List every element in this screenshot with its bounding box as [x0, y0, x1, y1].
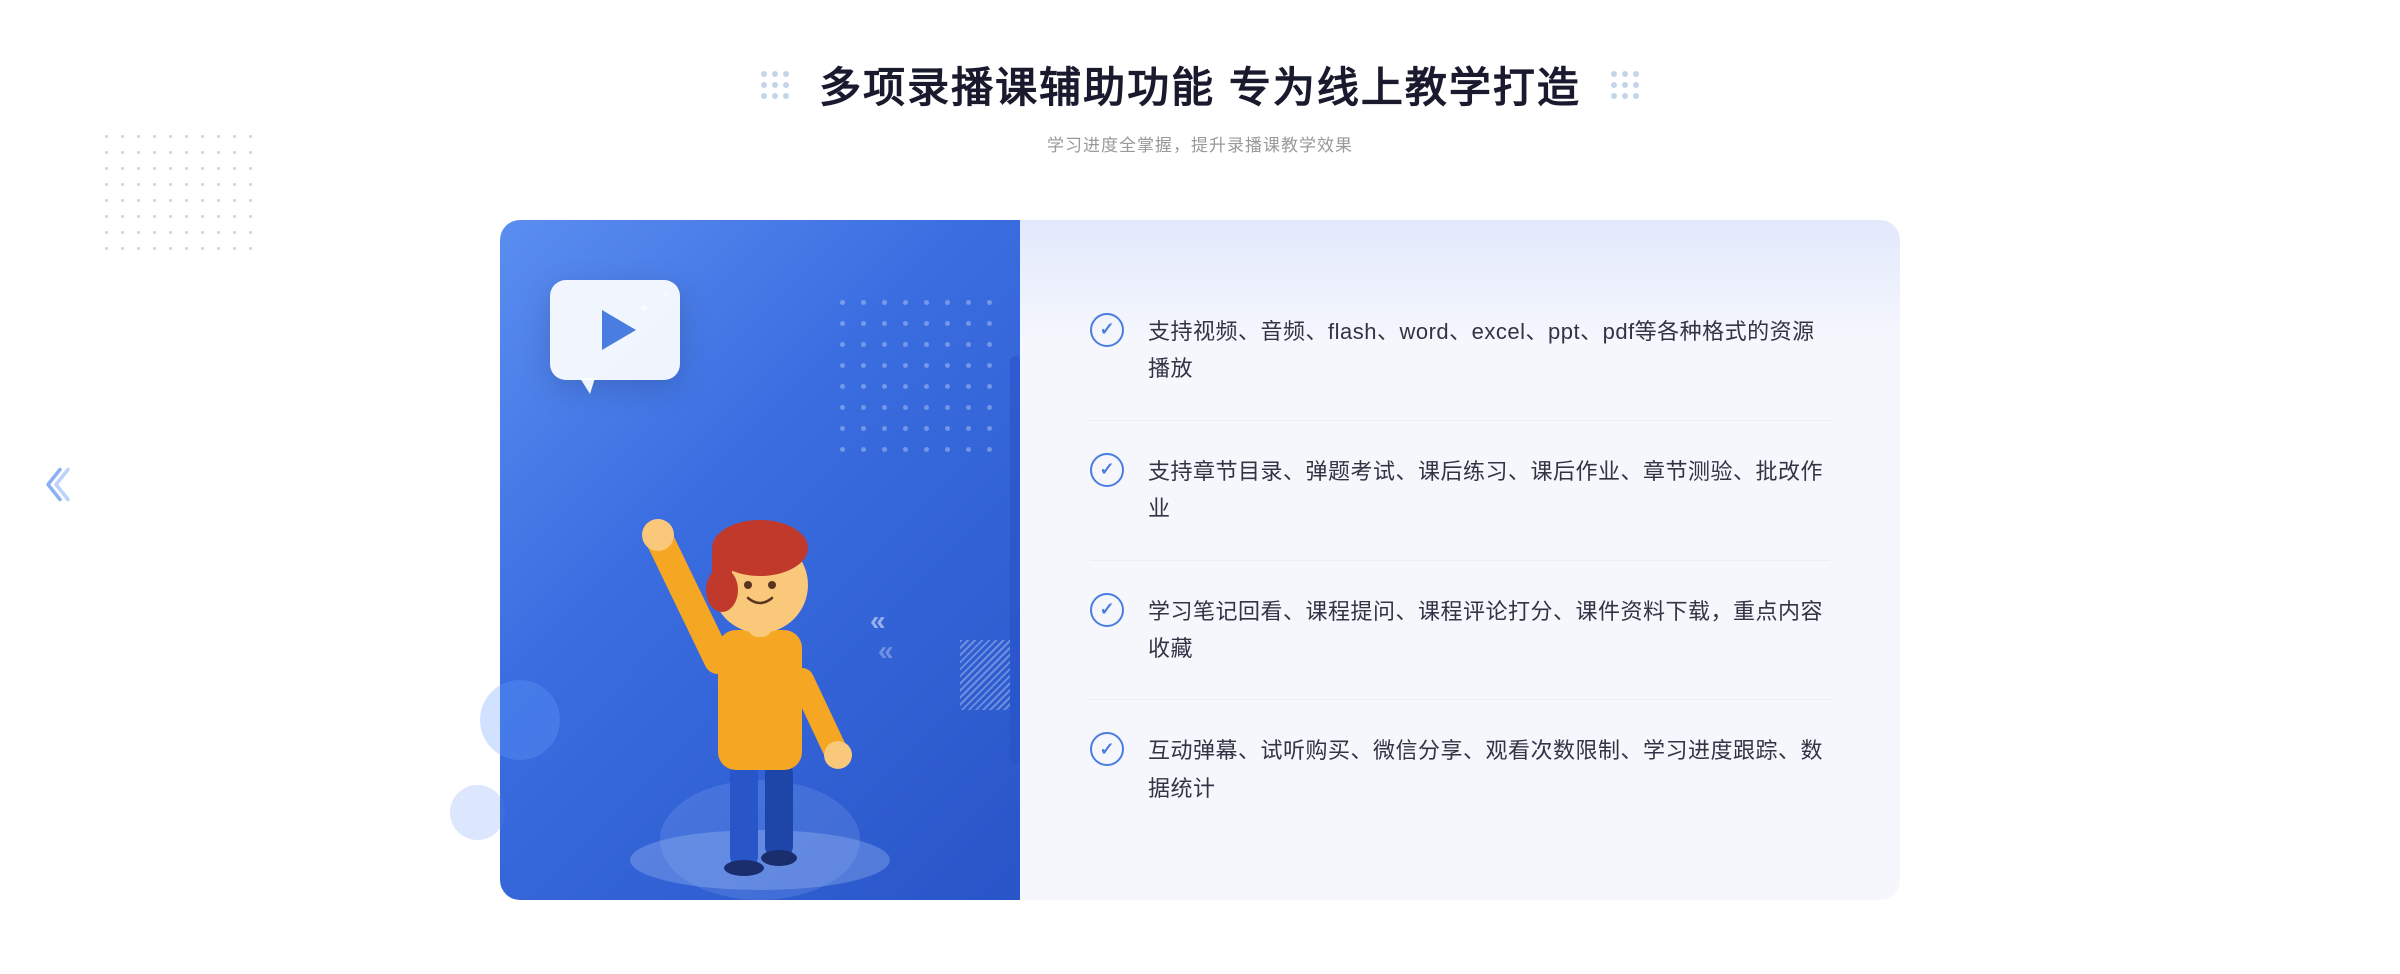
check-circle-1: ✓	[1090, 313, 1124, 347]
feature-item-4: ✓ 互动弹幕、试听购买、微信分享、观看次数限制、学习进度跟踪、数据统计	[1090, 700, 1830, 839]
check-mark-1: ✓	[1099, 320, 1114, 338]
deco-circle-large	[480, 680, 560, 760]
title-dots-right	[1611, 71, 1639, 99]
check-circle-2: ✓	[1090, 453, 1124, 487]
title-dots-left	[761, 71, 789, 99]
check-mark-2: ✓	[1099, 460, 1114, 478]
check-circle-4: ✓	[1090, 732, 1124, 766]
feature-text-4: 互动弹幕、试听购买、微信分享、观看次数限制、学习进度跟踪、数据统计	[1148, 732, 1830, 807]
svg-text:«: «	[878, 635, 894, 666]
feature-text-2: 支持章节目录、弹题考试、课后练习、课后作业、章节测验、批改作业	[1148, 453, 1830, 528]
header-section: 多项录播课辅助功能 专为线上教学打造 学习进度全掌握，提升录播课教学效果	[0, 54, 2400, 206]
main-title: 多项录播课辅助功能 专为线上教学打造	[819, 54, 1581, 115]
stripe-decoration	[950, 640, 1010, 720]
feature-text-1: 支持视频、音频、flash、word、excel、ppt、pdf等各种格式的资源…	[1148, 313, 1830, 388]
feature-text-3: 学习笔记回看、课程提问、课程评论打分、课件资料下载，重点内容收藏	[1148, 593, 1830, 668]
feature-item-3: ✓ 学习笔记回看、课程提问、课程评论打分、课件资料下载，重点内容收藏	[1090, 561, 1830, 701]
content-section: ✦ ✦	[500, 220, 1900, 900]
check-circle-3: ✓	[1090, 593, 1124, 627]
page-wrapper: 多项录播课辅助功能 专为线上教学打造 学习进度全掌握，提升录播课教学效果	[0, 14, 2400, 960]
sparkle-star-1: ✦	[638, 300, 650, 317]
figure-illustration: « «	[600, 380, 920, 900]
left-panel: ✦ ✦	[500, 220, 1020, 900]
feature-item-2: ✓ 支持章节目录、弹题考试、课后练习、课后作业、章节测验、批改作业	[1090, 421, 1830, 561]
feature-item-1: ✓ 支持视频、音频、flash、word、excel、ppt、pdf等各种格式的…	[1090, 281, 1830, 421]
play-bubble	[550, 280, 680, 380]
subtitle: 学习进度全掌握，提升录播课教学效果	[1047, 131, 1353, 156]
check-mark-4: ✓	[1099, 740, 1114, 758]
content-area: ✦ ✦	[500, 220, 1900, 900]
sparkle-star-2: ✦	[662, 290, 670, 301]
right-panel: ✓ 支持视频、音频、flash、word、excel、ppt、pdf等各种格式的…	[1020, 220, 1900, 900]
check-mark-3: ✓	[1099, 600, 1114, 618]
title-row: 多项录播课辅助功能 专为线上教学打造	[761, 54, 1639, 115]
play-triangle-icon	[602, 310, 636, 350]
panel-accent-bar	[1010, 356, 1020, 764]
deco-circle-small	[450, 785, 505, 840]
page-deco-arrows	[40, 460, 70, 515]
svg-text:«: «	[870, 605, 886, 636]
